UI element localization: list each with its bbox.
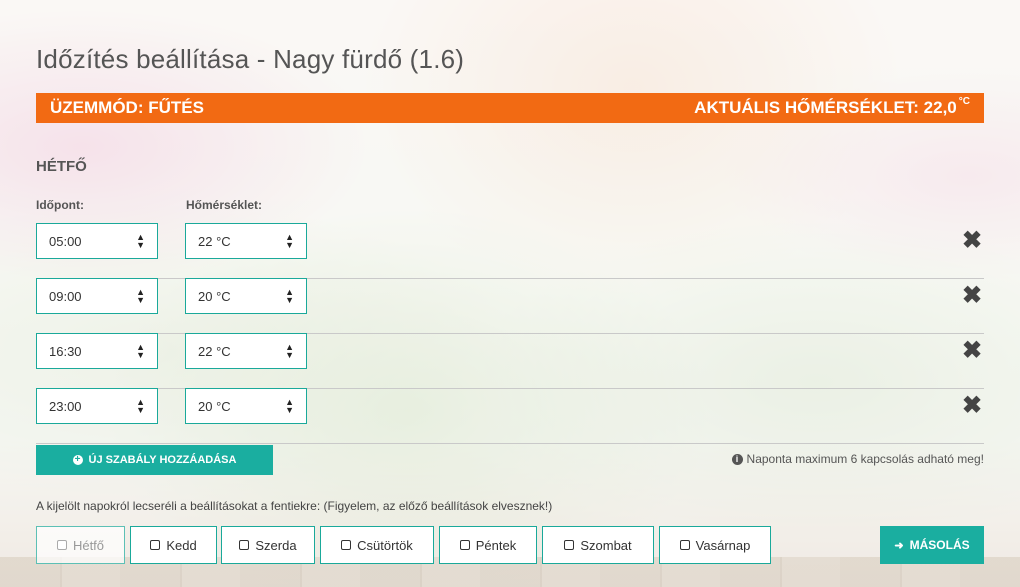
- copy-instructions: A kijelölt napokról lecseréli a beállítá…: [36, 499, 553, 513]
- temperature-unit: °C: [958, 96, 970, 107]
- time-value: 16:30: [49, 343, 82, 359]
- day-label: Csütörtök: [357, 537, 413, 553]
- checkbox-icon[interactable]: [239, 540, 250, 550]
- temperature-value: 20 °C: [198, 398, 231, 414]
- mode-label: ÜZEMMÓD: FŰTÉS: [50, 98, 204, 117]
- day-label: Kedd: [166, 537, 197, 553]
- temperature-select[interactable]: 20 °C ▲ ▼: [185, 278, 307, 314]
- day-label: Szerda: [255, 537, 297, 553]
- copy-button-label: MÁSOLÁS: [909, 538, 970, 552]
- time-select[interactable]: 23:00 ▲ ▼: [36, 388, 158, 424]
- page-title: Időzítés beállítása - Nagy fürdő (1.6): [36, 44, 465, 74]
- close-icon[interactable]: ✖: [960, 394, 984, 418]
- checkbox-icon[interactable]: [564, 540, 575, 550]
- time-value: 23:00: [49, 398, 82, 414]
- max-switches-note: i Naponta maximum 6 kapcsolás adható meg…: [731, 452, 984, 466]
- current-temperature-value: AKTUÁLIS HŐMÉRSÉKLET: 22,0: [694, 98, 957, 117]
- day-checkbox-szerda[interactable]: Szerda: [221, 526, 315, 564]
- checkbox-icon: [56, 540, 67, 550]
- select-arrows-icon: ▲ ▼: [136, 342, 145, 360]
- time-column-label: Időpont:: [36, 198, 84, 212]
- day-label: Szombat: [580, 537, 632, 553]
- current-temperature: AKTUÁLIS HŐMÉRSÉKLET: 22,0 °C: [694, 96, 970, 118]
- rule-row: 23:00 ▲ ▼ 20 °C ▲ ▼ ✖: [36, 388, 984, 444]
- day-heading: HÉTFŐ: [36, 158, 87, 175]
- close-icon[interactable]: ✖: [960, 229, 984, 253]
- checkbox-icon[interactable]: [459, 540, 470, 550]
- time-select[interactable]: 05:00 ▲ ▼: [36, 223, 158, 259]
- select-arrows-icon: ▲ ▼: [285, 342, 294, 360]
- temperature-value: 20 °C: [198, 288, 231, 304]
- temperature-value: 22 °C: [198, 343, 231, 359]
- day-checkbox-vasarnap[interactable]: Vasárnap: [659, 526, 771, 564]
- rule-row: 05:00 ▲ ▼ 22 °C ▲ ▼ ✖: [36, 223, 984, 279]
- day-label: Vasárnap: [695, 537, 751, 553]
- time-value: 09:00: [49, 288, 82, 304]
- rule-row: 16:30 ▲ ▼ 22 °C ▲ ▼ ✖: [36, 333, 984, 389]
- info-text: Naponta maximum 6 kapcsolás adható meg!: [746, 452, 984, 466]
- copy-button[interactable]: ➜ MÁSOLÁS: [880, 526, 984, 564]
- day-checkbox-csutortok[interactable]: Csütörtök: [320, 526, 434, 564]
- select-arrows-icon: ▲ ▼: [285, 287, 294, 305]
- add-rule-label: ÚJ SZABÁLY HOZZÁADÁSA: [88, 454, 237, 466]
- time-value: 05:00: [49, 233, 82, 249]
- close-icon[interactable]: ✖: [960, 339, 984, 363]
- checkbox-icon[interactable]: [679, 540, 690, 550]
- time-select[interactable]: 09:00 ▲ ▼: [36, 278, 158, 314]
- temperature-select[interactable]: 22 °C ▲ ▼: [185, 223, 307, 259]
- time-select[interactable]: 16:30 ▲ ▼: [36, 333, 158, 369]
- checkbox-icon[interactable]: [150, 540, 161, 550]
- day-label: Péntek: [475, 537, 517, 553]
- info-circle-icon: i: [731, 453, 743, 465]
- temperature-column-label: Hőmérséklet:: [186, 198, 263, 212]
- select-arrows-icon: ▲ ▼: [136, 397, 145, 415]
- checkbox-icon[interactable]: [341, 540, 352, 550]
- select-arrows-icon: ▲ ▼: [285, 232, 294, 250]
- day-checkbox-szombat[interactable]: Szombat: [542, 526, 654, 564]
- day-label: Hétfő: [72, 537, 105, 553]
- mode-bar: ÜZEMMÓD: FŰTÉS AKTUÁLIS HŐMÉRSÉKLET: 22,…: [36, 93, 984, 123]
- select-arrows-icon: ▲ ▼: [136, 287, 145, 305]
- day-checkbox-hetfo: Hétfő: [36, 526, 125, 564]
- add-rule-button[interactable]: + ÚJ SZABÁLY HOZZÁADÁSA: [36, 445, 273, 475]
- day-checkbox-kedd[interactable]: Kedd: [130, 526, 217, 564]
- sign-in-icon: ➜: [894, 539, 904, 552]
- temperature-select[interactable]: 22 °C ▲ ▼: [185, 333, 307, 369]
- plus-circle-icon: +: [72, 455, 83, 465]
- select-arrows-icon: ▲ ▼: [136, 232, 145, 250]
- rule-row: 09:00 ▲ ▼ 20 °C ▲ ▼ ✖: [36, 278, 984, 334]
- close-icon[interactable]: ✖: [960, 284, 984, 308]
- temperature-value: 22 °C: [198, 233, 231, 249]
- temperature-select[interactable]: 20 °C ▲ ▼: [185, 388, 307, 424]
- day-checkbox-pentek[interactable]: Péntek: [439, 526, 537, 564]
- select-arrows-icon: ▲ ▼: [285, 397, 294, 415]
